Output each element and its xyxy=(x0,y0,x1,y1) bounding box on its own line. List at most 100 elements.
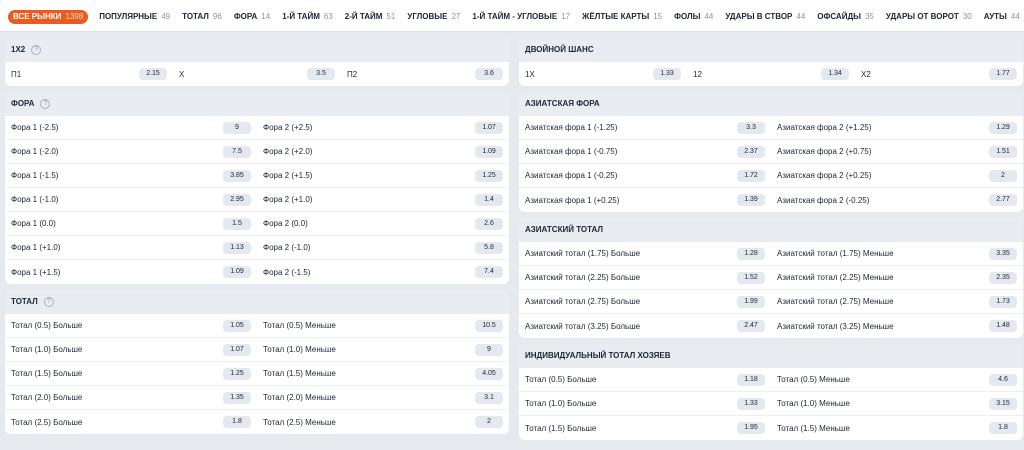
tab-market[interactable]: УДАРЫ ОТ ВОРОТ 30 xyxy=(885,10,973,24)
odds-value: 1.99 xyxy=(737,295,765,308)
tab-label: УДАРЫ В СТВОР xyxy=(725,12,793,21)
outcome-button[interactable]: Азиатская фора 2 (+1.25) 1.29 xyxy=(771,116,1023,139)
outcome-button[interactable]: Тотал (2.5) Больше 1.8 xyxy=(5,410,257,434)
outcome-label: Тотал (0.5) Меньше xyxy=(777,375,850,384)
outcome-label: Фора 2 (-1.5) xyxy=(263,267,311,277)
odds-value: 2.77 xyxy=(989,194,1017,206)
odds-value: 1.05 xyxy=(223,319,251,332)
outcome-button[interactable]: Тотал (1.5) Меньше 1.8 xyxy=(771,416,1023,440)
outcome-button[interactable]: Тотал (0.5) Больше 1.05 xyxy=(5,314,257,337)
odds-value: 1.73 xyxy=(989,295,1017,308)
odds-value: 1.72 xyxy=(737,169,765,182)
tab-market[interactable]: 1-Й ТАЙМ 63 xyxy=(281,10,334,24)
market-row: Фора 1 (-2.0) 7.5 Фора 2 (+2.0) 1.09 xyxy=(5,140,509,164)
tab-label: ПОПУЛЯРНЫЕ xyxy=(99,12,158,21)
tab-market[interactable]: ФОЛЫ 44 xyxy=(673,10,714,24)
outcome-button[interactable]: Фора 1 (+1.0) 1.13 xyxy=(5,236,257,259)
outcome-button[interactable]: X2 1.77 xyxy=(855,62,1023,86)
outcome-label: 12 xyxy=(693,69,702,79)
help-icon[interactable]: ? xyxy=(43,296,54,307)
outcome-button[interactable]: Фора 2 (0.0) 2.6 xyxy=(257,212,509,235)
market-row: 1X 1.33 12 1.34 X2 1.77 xyxy=(519,62,1023,86)
outcome-button[interactable]: Тотал (1.0) Больше 1.33 xyxy=(519,392,771,415)
outcome-button[interactable]: Азиатская фора 2 (-0.25) 2.77 xyxy=(771,188,1023,212)
outcome-button[interactable]: Фора 2 (+1.0) 1.4 xyxy=(257,188,509,211)
outcome-button[interactable]: Азиатская фора 1 (-0.75) 2.37 xyxy=(519,140,771,163)
market-tabs: ВСЕ РЫНКИ 1398 ПОПУЛЯРНЫЕ 49 ТОТАЛ 96 ФОРА 14 1-… xyxy=(0,0,1024,32)
outcome-button[interactable]: Тотал (2.0) Больше 1.35 xyxy=(5,386,257,409)
outcome-button[interactable]: П1 2.15 xyxy=(5,62,173,86)
outcome-label: Тотал (1.5) Больше xyxy=(525,423,597,433)
outcome-button[interactable]: Тотал (0.5) Больше 1.18 xyxy=(519,368,771,391)
tab-count: 35 xyxy=(864,12,874,21)
outcome-label: Тотал (1.5) Меньше xyxy=(777,423,850,433)
outcome-button[interactable]: Фора 2 (+2.0) 1.09 xyxy=(257,140,509,163)
outcome-button[interactable]: Тотал (0.5) Меньше 4.6 xyxy=(771,368,1023,391)
outcome-button[interactable]: Азиатский тотал (1.75) Больше 1.28 xyxy=(519,242,771,265)
outcome-button[interactable]: Азиатский тотал (2.75) Больше 1.99 xyxy=(519,290,771,313)
tab-market[interactable]: АУТЫ 44 xyxy=(983,10,1021,24)
odds-value: 1.95 xyxy=(737,422,765,434)
outcome-button[interactable]: Фора 2 (-1.0) 5.8 xyxy=(257,236,509,259)
outcome-button[interactable]: Тотал (1.5) Меньше 4.05 xyxy=(257,362,509,385)
outcome-button[interactable]: Азиатский тотал (2.75) Меньше 1.73 xyxy=(771,290,1023,313)
odds-value: 1.35 xyxy=(223,391,251,404)
tab-market[interactable]: ПОПУЛЯРНЫЕ 49 xyxy=(98,10,171,24)
outcome-button[interactable]: Азиатская фора 2 (+0.75) 1.51 xyxy=(771,140,1023,163)
outcome-button[interactable]: Азиатский тотал (3.25) Больше 2.47 xyxy=(519,314,771,338)
outcome-button[interactable]: Азиатский тотал (1.75) Меньше 3.35 xyxy=(771,242,1023,265)
outcome-button[interactable]: Фора 2 (+2.5) 1.07 xyxy=(257,116,509,139)
outcome-button[interactable]: Фора 1 (-2.5) 9 xyxy=(5,116,257,139)
outcome-button[interactable]: Тотал (1.0) Больше 1.07 xyxy=(5,338,257,361)
outcome-button[interactable]: Азиатский тотал (2.25) Меньше 2.35 xyxy=(771,266,1023,289)
outcome-label: Азиатская фора 2 (+0.25) xyxy=(777,171,872,180)
outcome-button[interactable]: Азиатская фора 1 (-0.25) 1.72 xyxy=(519,164,771,187)
outcome-button[interactable]: Фора 1 (0.0) 1.5 xyxy=(5,212,257,235)
tab-label: ФОЛЫ xyxy=(674,12,701,21)
outcome-button[interactable]: Фора 1 (-1.0) 2.95 xyxy=(5,188,257,211)
outcome-button[interactable]: Тотал (1.0) Меньше 3.15 xyxy=(771,392,1023,415)
tab-market[interactable]: УГЛОВЫЕ 27 xyxy=(406,10,461,24)
outcome-button[interactable]: Тотал (1.5) Больше 1.95 xyxy=(519,416,771,440)
outcome-button[interactable]: Тотал (1.0) Меньше 9 xyxy=(257,338,509,361)
market-row: Азиатская фора 1 (-1.25) 3.3 Азиатская фор… xyxy=(519,116,1023,140)
outcome-label: П2 xyxy=(347,69,358,79)
tab-market[interactable]: ТОТАЛ 96 xyxy=(181,10,223,24)
outcome-button[interactable]: X 3.5 xyxy=(173,62,341,86)
outcome-button[interactable]: Фора 2 (-1.5) 7.4 xyxy=(257,260,509,284)
tab-market[interactable]: УДАРЫ В СТВОР 44 xyxy=(724,10,806,24)
outcome-label: Тотал (2.0) Больше xyxy=(11,393,83,402)
outcome-button[interactable]: Азиатская фора 2 (+0.25) 2 xyxy=(771,164,1023,187)
market-title: ФОРА xyxy=(11,99,35,108)
tab-market[interactable]: ФОРА 14 xyxy=(233,10,271,24)
outcome-button[interactable]: Азиатская фора 1 (+0.25) 1.39 xyxy=(519,188,771,212)
tab-label: АУТЫ xyxy=(983,12,1007,21)
market-row: П1 2.15 X 3.5 П2 3.6 xyxy=(5,62,509,86)
market-row: Азиатская фора 1 (-0.75) 2.37 Азиатская фо… xyxy=(519,140,1023,164)
tab-market[interactable]: ЖЁЛТЫЕ КАРТЫ 15 xyxy=(581,10,663,24)
tab-market[interactable]: 1-Й ТАЙМ - УГЛОВЫЕ 17 xyxy=(471,10,571,24)
outcome-button[interactable]: Тотал (1.5) Больше 1.25 xyxy=(5,362,257,385)
outcome-button[interactable]: 12 1.34 xyxy=(687,62,855,86)
outcome-button[interactable]: П2 3.6 xyxy=(341,62,509,86)
outcome-button[interactable]: 1X 1.33 xyxy=(519,62,687,86)
tab-market[interactable]: 2-Й ТАЙМ 51 xyxy=(344,10,397,24)
help-icon[interactable]: ? xyxy=(40,98,51,109)
outcome-button[interactable]: Фора 2 (+1.5) 1.25 xyxy=(257,164,509,187)
outcome-button[interactable]: Азиатский тотал (2.25) Больше 1.52 xyxy=(519,266,771,289)
tab-market[interactable]: ОФСАЙДЫ 35 xyxy=(816,10,875,24)
outcome-button[interactable]: Тотал (2.5) Меньше 2 xyxy=(257,410,509,434)
market-panel: ДВОЙНОЙ ШАНС 1X 1.33 12 1.34 X2 1.77 xyxy=(519,38,1023,86)
outcome-label: Фора 2 (+1.5) xyxy=(263,171,313,180)
outcome-button[interactable]: Фора 1 (-2.0) 7.5 xyxy=(5,140,257,163)
tab-market[interactable]: ВСЕ РЫНКИ 1398 xyxy=(8,10,89,24)
outcome-button[interactable]: Тотал (2.0) Меньше 3.1 xyxy=(257,386,509,409)
help-icon[interactable]: ? xyxy=(31,44,42,55)
outcome-button[interactable]: Азиатский тотал (3.25) Меньше 1.48 xyxy=(771,314,1023,338)
outcome-button[interactable]: Фора 1 (-1.5) 3.85 xyxy=(5,164,257,187)
outcome-button[interactable]: Тотал (0.5) Меньше 10.5 xyxy=(257,314,509,337)
outcome-button[interactable]: Фора 1 (+1.5) 1.09 xyxy=(5,260,257,284)
market-title: АЗИАТСКАЯ ФОРА xyxy=(525,99,600,108)
outcome-button[interactable]: Азиатская фора 1 (-1.25) 3.3 xyxy=(519,116,771,139)
odds-value: 1.39 xyxy=(737,194,765,206)
